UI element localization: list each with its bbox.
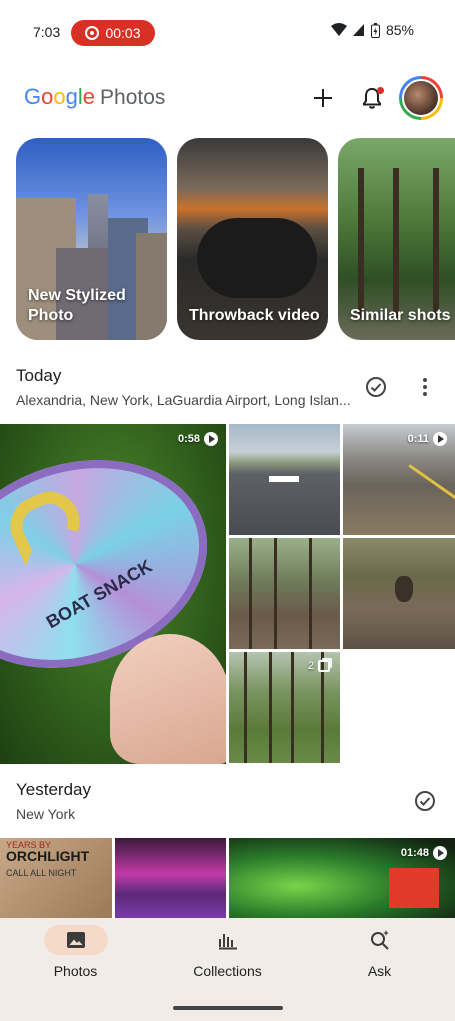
section-title-today: Today — [16, 366, 62, 385]
google-photos-logo: Google Photos — [24, 84, 166, 109]
signal-icon — [352, 24, 364, 36]
stack-indicator: 2 — [308, 660, 330, 672]
create-button[interactable] — [305, 80, 341, 116]
nav-item-collections[interactable]: Collections — [152, 918, 303, 988]
ask-search-icon — [370, 930, 389, 950]
battery-icon — [370, 22, 380, 38]
section-title-yesterday: Yesterday — [16, 780, 91, 799]
status-bar: 7:03 00:03 85% — [0, 0, 455, 64]
stack-icon — [318, 660, 330, 672]
photo-tile-woods-stack[interactable]: 2 — [229, 652, 340, 763]
book-print: ORCHLIGHT — [6, 848, 90, 864]
photo-tile-tracks-video[interactable]: 0:11 — [343, 424, 455, 535]
notification-badge — [377, 87, 384, 94]
photo-tile-party-video[interactable]: 01:48 — [229, 838, 455, 918]
photo-icon — [66, 932, 85, 948]
photo-tile-frisbee-video[interactable]: BOAT SNACK 0:58 — [0, 424, 226, 764]
memory-label: Similar shots — [350, 307, 451, 324]
memory-card-throwback-video[interactable]: Throwback video — [177, 138, 328, 340]
avatar-image — [402, 79, 440, 117]
bottom-navigation: Photos Collections Ask — [0, 918, 455, 1021]
check-circle-icon — [366, 377, 386, 397]
photo-tile-book[interactable]: YEARS BY ORCHLIGHT CALL ALL NIGHT — [0, 838, 112, 918]
photo-tile-woods[interactable] — [229, 538, 340, 649]
memories-carousel[interactable]: New Stylized Photo Throwback video Simil… — [16, 138, 455, 340]
play-icon — [433, 432, 447, 446]
recording-timer: 00:03 — [105, 25, 141, 41]
account-avatar[interactable] — [399, 76, 443, 120]
video-duration: 0:11 — [408, 432, 447, 446]
book-print-sub: CALL ALL NIGHT — [6, 868, 77, 878]
nav-item-ask[interactable]: Ask — [304, 918, 455, 988]
plus-icon — [314, 89, 332, 107]
nav-active-indicator — [43, 925, 108, 955]
status-icons: 85% — [330, 22, 414, 38]
memory-label: New Stylized Photo — [28, 287, 126, 324]
select-today-button[interactable] — [364, 375, 388, 399]
battery-percent: 85% — [385, 22, 414, 38]
play-icon — [433, 846, 447, 860]
photo-tile-geese[interactable] — [343, 538, 455, 649]
play-icon — [204, 432, 218, 446]
nav-item-photos[interactable]: Photos — [0, 918, 151, 988]
section-subtitle-yesterday: New York — [16, 806, 76, 822]
app-header: Google Photos — [0, 72, 455, 124]
check-circle-icon — [415, 791, 435, 811]
home-indicator[interactable] — [173, 1006, 283, 1010]
notifications-button[interactable] — [354, 80, 390, 116]
memory-card-stylized-photo[interactable]: New Stylized Photo — [16, 138, 167, 340]
status-time: 7:03 — [33, 24, 61, 40]
collections-icon — [218, 934, 237, 950]
video-duration: 01:48 — [401, 846, 447, 860]
photo-tile-runway[interactable] — [229, 424, 340, 535]
select-yesterday-button[interactable] — [413, 789, 437, 813]
more-options-button[interactable] — [413, 375, 437, 399]
screen-recording-indicator[interactable]: 00:03 — [71, 20, 155, 46]
wifi-icon — [330, 23, 347, 36]
memory-label: Throwback video — [189, 307, 320, 324]
section-subtitle-today: Alexandria, New York, LaGuardia Airport,… — [16, 392, 351, 408]
video-duration: 0:58 — [178, 432, 218, 446]
record-icon — [85, 26, 100, 40]
photo-tile-concert[interactable] — [115, 838, 226, 918]
memory-card-similar-shots[interactable]: Similar shots — [338, 138, 455, 340]
